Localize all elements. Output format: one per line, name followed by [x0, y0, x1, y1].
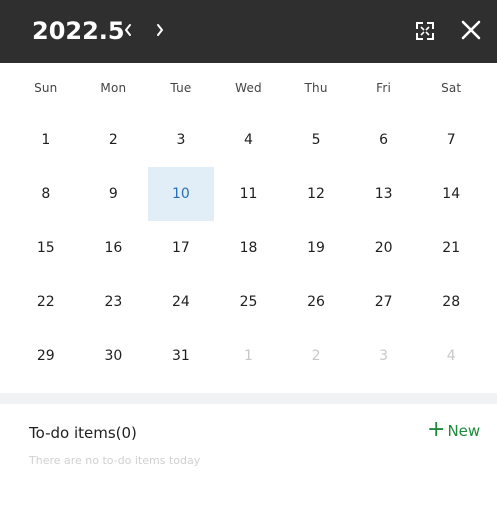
weekday-label: Sat	[441, 81, 462, 95]
calendar-day[interactable]: 26	[282, 275, 350, 329]
calendar-day[interactable]: 11	[215, 167, 283, 221]
calendar-day[interactable]: 2	[80, 113, 148, 167]
calendar-day-today-label: 10	[147, 167, 214, 221]
calendar-day[interactable]: 12	[282, 167, 350, 221]
calendar-day[interactable]: 7	[417, 113, 485, 167]
expand-button[interactable]	[413, 19, 437, 43]
previous-month-button[interactable]	[118, 18, 138, 42]
close-button[interactable]	[456, 15, 486, 45]
weekday-label: Fri	[376, 81, 392, 95]
month-label: 2022.5	[32, 17, 125, 45]
chevron-left-icon	[125, 24, 131, 36]
new-todo-label: New	[447, 422, 481, 440]
todo-section: To-do items(0) + New There are no to-do …	[0, 404, 497, 524]
calendar-day[interactable]: 16	[80, 221, 148, 275]
calendar-day-next-month[interactable]: 3	[350, 329, 418, 383]
calendar-day[interactable]: 23	[80, 275, 148, 329]
weekday-label: Tue	[170, 81, 192, 95]
calendar-day-next-month[interactable]: 4	[417, 329, 485, 383]
calendar-day-today[interactable]: 10	[147, 167, 215, 221]
calendar-day[interactable]: 27	[350, 275, 418, 329]
calendar-day-next-month[interactable]: 2	[282, 329, 350, 383]
calendar-header: 2022.5	[0, 0, 497, 63]
calendar-day[interactable]: 8	[12, 167, 80, 221]
calendar-day[interactable]: 21	[417, 221, 485, 275]
weekday-label: Wed	[235, 81, 262, 95]
close-icon	[461, 20, 481, 40]
weekday-header: Sun Mon Tue Wed Thu Fri Sat	[0, 63, 497, 113]
weekday-label: Thu	[304, 81, 328, 95]
calendar-day-next-month[interactable]: 1	[215, 329, 283, 383]
calendar-day[interactable]: 5	[282, 113, 350, 167]
calendar-day[interactable]: 19	[282, 221, 350, 275]
calendar-day[interactable]: 9	[80, 167, 148, 221]
calendar-day[interactable]: 6	[350, 113, 418, 167]
expand-icon	[416, 22, 434, 40]
weekday-label: Mon	[100, 81, 127, 95]
next-month-button[interactable]	[150, 18, 170, 42]
todo-title: To-do items(0)	[29, 424, 137, 442]
plus-icon: +	[427, 417, 446, 442]
calendar-day[interactable]: 18	[215, 221, 283, 275]
calendar-day[interactable]: 30	[80, 329, 148, 383]
calendar-day[interactable]: 4	[215, 113, 283, 167]
chevron-right-icon	[157, 24, 163, 36]
calendar-day[interactable]: 13	[350, 167, 418, 221]
calendar-grid: 1 2 3 4 5 6 7 8 9 10 11 12 13 14 15 16 1…	[0, 113, 497, 383]
calendar-day[interactable]: 20	[350, 221, 418, 275]
todo-empty-message: There are no to-do items today	[29, 454, 201, 467]
weekday-label: Sun	[34, 81, 58, 95]
new-todo-button[interactable]: + New	[427, 417, 481, 442]
calendar-day[interactable]: 15	[12, 221, 80, 275]
calendar-day[interactable]: 25	[215, 275, 283, 329]
calendar-day[interactable]: 1	[12, 113, 80, 167]
calendar-day[interactable]: 3	[147, 113, 215, 167]
calendar-day[interactable]: 28	[417, 275, 485, 329]
calendar-day[interactable]: 17	[147, 221, 215, 275]
calendar-day[interactable]: 29	[12, 329, 80, 383]
calendar-day[interactable]: 14	[417, 167, 485, 221]
calendar-day[interactable]: 22	[12, 275, 80, 329]
calendar-day[interactable]: 31	[147, 329, 215, 383]
calendar-day[interactable]: 24	[147, 275, 215, 329]
section-divider	[0, 393, 497, 404]
